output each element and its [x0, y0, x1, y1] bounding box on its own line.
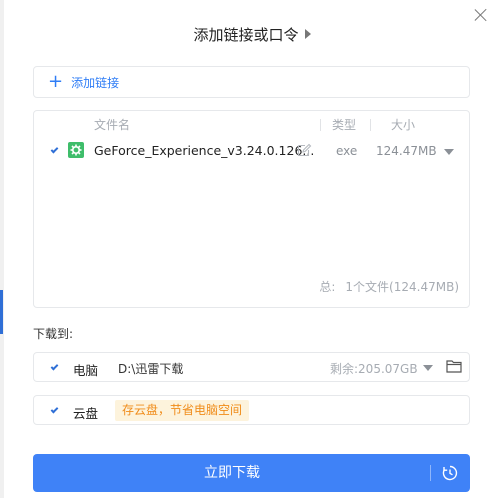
- download-now-label: 立即下载: [204, 465, 260, 481]
- file-type: exe: [336, 144, 358, 158]
- cloud-location-row: 云盘 存云盘，节省电脑空间: [33, 395, 470, 425]
- gear-file-icon: [68, 142, 84, 158]
- download-now-button[interactable]: 立即下载: [33, 454, 470, 492]
- file-summary: 总: 1个文件(124.47MB): [319, 278, 459, 295]
- clock-icon[interactable]: [442, 465, 458, 481]
- chevron-down-icon[interactable]: [444, 149, 454, 155]
- add-link-dialog: 添加链接或口令 + 添加链接 文件名 类型 大小 GeForce_Experie…: [4, 0, 500, 498]
- summary-label: 总:: [319, 280, 336, 294]
- header-file-name: 文件名: [94, 118, 131, 132]
- file-size: 124.47MB: [376, 144, 437, 158]
- header-divider: [370, 119, 371, 131]
- file-checkbox[interactable]: [48, 144, 61, 157]
- cloud-label: 云盘: [73, 406, 99, 421]
- download-path[interactable]: D:\迅雷下载: [118, 360, 183, 377]
- header-file-size: 大小: [391, 118, 416, 132]
- chevron-down-icon[interactable]: [423, 365, 433, 371]
- dialog-title-text: 添加链接或口令: [193, 26, 299, 44]
- folder-icon[interactable]: [446, 359, 462, 373]
- file-list-panel: 文件名 类型 大小 GeForce_Experience_v3.24.0.126…: [33, 110, 470, 308]
- summary-value: 1个文件(124.47MB): [345, 280, 459, 294]
- add-link-label: 添加链接: [71, 75, 120, 90]
- close-icon[interactable]: [474, 8, 488, 22]
- edit-icon[interactable]: [296, 142, 312, 158]
- computer-label: 电脑: [73, 363, 99, 378]
- download-to-label: 下载到:: [33, 327, 74, 341]
- background-accent-mark: [0, 290, 3, 334]
- computer-checkbox[interactable]: [48, 361, 61, 374]
- file-list-header: 文件名 类型 大小: [34, 116, 469, 134]
- cloud-tip-badge: 存云盘，节省电脑空间: [115, 400, 250, 421]
- button-divider: [430, 465, 431, 481]
- file-row: GeForce_Experience_v3.24.0.126... exe 12…: [34, 139, 469, 163]
- header-divider: [320, 119, 321, 131]
- remaining-space: 剩余:205.07GB: [330, 362, 418, 376]
- dialog-title[interactable]: 添加链接或口令: [4, 24, 500, 45]
- plus-icon: +: [48, 71, 64, 92]
- cloud-checkbox[interactable]: [48, 404, 61, 417]
- computer-location-row: 电脑 D:\迅雷下载 剩余:205.07GB: [33, 352, 470, 382]
- file-name: GeForce_Experience_v3.24.0.126...: [94, 143, 315, 158]
- add-link-button[interactable]: + 添加链接: [33, 66, 470, 98]
- header-file-type: 类型: [332, 118, 357, 132]
- expand-arrow-icon: [304, 29, 311, 39]
